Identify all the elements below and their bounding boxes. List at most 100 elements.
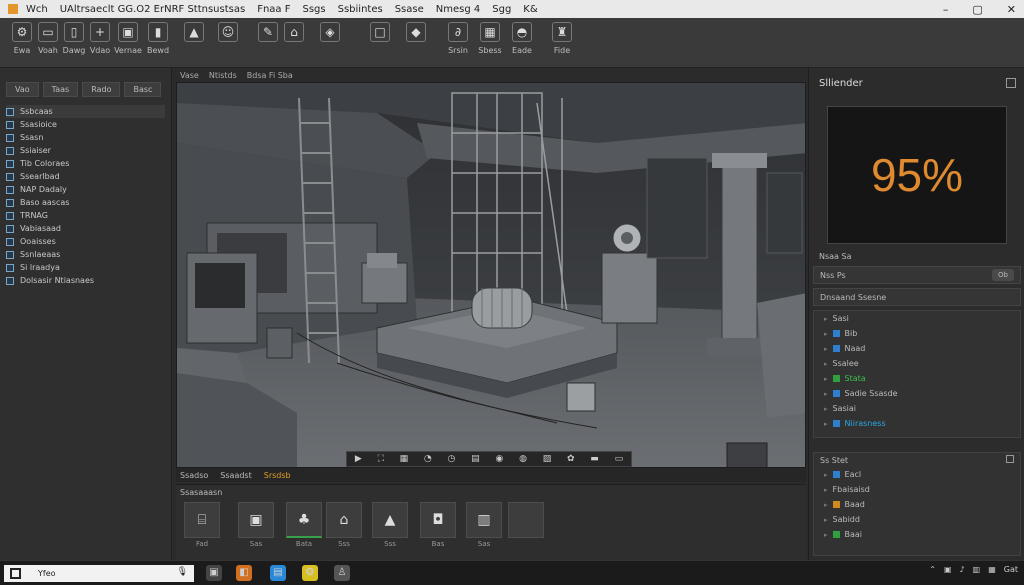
viewport-tool-icon[interactable]: ◔ xyxy=(424,454,432,464)
outliner-item[interactable]: Ssbcaas xyxy=(6,105,165,118)
asset-tile[interactable]: ♣ Bata xyxy=(286,502,322,548)
visibility-checkbox-icon[interactable] xyxy=(6,133,14,142)
expand-arrow-icon[interactable]: ▸ xyxy=(824,375,828,383)
outliner-item[interactable]: Dolsasir Ntiasnaes xyxy=(6,274,165,287)
outliner-item[interactable]: TRNAG xyxy=(6,209,165,222)
menu-item[interactable]: Wch xyxy=(26,4,48,15)
property-item[interactable]: ▸ Baad xyxy=(814,497,1020,512)
toolbar-button-frame[interactable]: □ xyxy=(366,22,394,46)
expand-arrow-icon[interactable]: ▸ xyxy=(824,315,828,323)
visibility-checkbox-icon[interactable] xyxy=(6,172,14,181)
asset-tile[interactable]: ⌂ Sss xyxy=(326,502,362,548)
outliner-item[interactable]: Baso aascas xyxy=(6,196,165,209)
close-button[interactable]: ✕ xyxy=(1007,3,1016,16)
viewport-menu-item[interactable]: Bdsa Fi Sba xyxy=(247,71,293,80)
menu-item[interactable]: Ssase xyxy=(395,4,424,15)
asset-tile[interactable]: ▣ Sas xyxy=(238,502,274,548)
visibility-checkbox-icon[interactable] xyxy=(6,263,14,272)
outliner-item[interactable]: Ssnlaeaas xyxy=(6,248,165,261)
expand-arrow-icon[interactable]: ▸ xyxy=(824,486,828,494)
scene-node[interactable]: ▸ Naad xyxy=(814,341,1020,356)
maximize-button[interactable]: ▢ xyxy=(972,3,982,16)
menu-item[interactable]: K& xyxy=(523,4,537,15)
toolbar-button-diamond[interactable]: ◆ xyxy=(402,22,430,46)
viewport-footer-tab[interactable]: Ssaadst xyxy=(220,471,251,480)
scene-node[interactable]: ▸ Sasi xyxy=(814,311,1020,326)
viewport-tool-icon[interactable]: ◉ xyxy=(495,454,503,464)
property-item[interactable]: ▸ Baai xyxy=(814,527,1020,542)
viewport-tool-icon[interactable]: ▤ xyxy=(471,454,480,464)
viewport-menu-item[interactable]: Vase xyxy=(180,71,199,80)
expand-arrow-icon[interactable]: ▸ xyxy=(824,405,828,413)
viewport-tool-icon[interactable]: ▭ xyxy=(615,454,624,464)
visibility-checkbox-icon[interactable] xyxy=(6,198,14,207)
viewport-tool-icon[interactable]: ⛶ xyxy=(378,454,384,464)
menu-item[interactable]: Sgg xyxy=(492,4,511,15)
visibility-checkbox-icon[interactable] xyxy=(6,107,14,116)
3d-viewport[interactable] xyxy=(176,82,806,468)
scene-node[interactable]: ▸ Ssalee xyxy=(814,356,1020,371)
tray-icon[interactable]: ▥ xyxy=(973,565,981,574)
taskbar-search-box[interactable]: Yfeo 🎙 xyxy=(4,565,194,582)
render-ok-button[interactable]: Ob xyxy=(992,269,1014,281)
viewport-tool-icon[interactable]: ◷ xyxy=(448,454,456,464)
menu-item[interactable]: Nmesg 4 xyxy=(436,4,480,15)
toolbar-button-phone[interactable]: ▯ Dawg xyxy=(60,22,88,55)
toolbar-button-gear[interactable]: ⚙ Ewa xyxy=(8,22,36,55)
asset-tile[interactable]: ▥ Sas xyxy=(466,502,502,548)
start-icon[interactable] xyxy=(10,568,21,579)
outliner-item[interactable]: Ssearlbad xyxy=(6,170,165,183)
viewport-menu-item[interactable]: Ntistds xyxy=(209,71,237,80)
scene-node[interactable]: ▸ Bib xyxy=(814,326,1020,341)
tray-icon[interactable]: ♪ xyxy=(960,565,965,574)
tray-icon[interactable]: ▣ xyxy=(944,565,952,574)
tab-rado[interactable]: Rado xyxy=(82,82,121,97)
tray-icon[interactable]: Gat xyxy=(1004,565,1018,574)
toolbar-button-move[interactable]: + Vdao xyxy=(86,22,114,55)
toolbar-button-device[interactable]: ▣ Vernae xyxy=(114,22,142,55)
visibility-checkbox-icon[interactable] xyxy=(6,250,14,259)
visibility-checkbox-icon[interactable] xyxy=(6,185,14,194)
expand-arrow-icon[interactable]: ▸ xyxy=(824,501,828,509)
microphone-icon[interactable]: 🎙 xyxy=(177,567,188,577)
toolbar-button-tablet[interactable]: ▮ Bewd xyxy=(144,22,172,55)
outliner-item[interactable]: Tib Coloraes xyxy=(6,157,165,170)
visibility-checkbox-icon[interactable] xyxy=(6,237,14,246)
toolbar-button-paint[interactable]: ♜ Fide xyxy=(548,22,576,55)
viewport-footer-tab[interactable]: Ssadso xyxy=(180,471,208,480)
viewport-tool-icon[interactable]: ▬ xyxy=(590,454,599,464)
expand-arrow-icon[interactable]: ▸ xyxy=(824,471,828,479)
visibility-checkbox-icon[interactable] xyxy=(6,159,14,168)
menu-item[interactable]: Fnaa F xyxy=(257,4,290,15)
property-item[interactable]: ▸ Fbaisaisd xyxy=(814,482,1020,497)
scene-node[interactable]: ▸ Niirasness xyxy=(814,416,1020,431)
toolbar-button-landscape[interactable]: ▲ xyxy=(180,22,208,46)
scene-node[interactable]: ▸ Sasiai xyxy=(814,401,1020,416)
property-item[interactable]: ▸ Sabidd xyxy=(814,512,1020,527)
outliner-item[interactable]: Ssiaiser xyxy=(6,144,165,157)
tab-basc[interactable]: Basc xyxy=(124,82,162,97)
asset-tile[interactable]: ◘ Bas xyxy=(420,502,456,548)
tab-taas[interactable]: Taas xyxy=(42,82,79,97)
visibility-checkbox-icon[interactable] xyxy=(6,120,14,129)
taskbar-app-icon[interactable]: ♙ xyxy=(334,565,350,581)
expand-arrow-icon[interactable]: ▸ xyxy=(824,360,828,368)
expand-arrow-icon[interactable]: ▸ xyxy=(824,531,828,539)
taskbar-app-icon[interactable]: ❂ xyxy=(302,565,318,581)
menu-item[interactable]: Ssgs xyxy=(302,4,325,15)
outliner-item[interactable]: Si lraadya xyxy=(6,261,165,274)
expand-arrow-icon[interactable]: ▸ xyxy=(824,420,828,428)
scene-node[interactable]: ▸ Stata xyxy=(814,371,1020,386)
asset-tile[interactable]: ⌸ Fad xyxy=(184,502,220,548)
viewport-footer-tab[interactable]: Srsdsb xyxy=(264,471,291,480)
outliner-item[interactable]: Ssasioice xyxy=(6,118,165,131)
viewport-tool-icon[interactable]: ◍ xyxy=(519,454,527,464)
viewport-tool-icon[interactable]: ▦ xyxy=(400,454,409,464)
toolbar-button-curve[interactable]: ∂ Srsin xyxy=(444,22,472,55)
viewport-tool-icon[interactable]: ▨ xyxy=(543,454,552,464)
visibility-checkbox-icon[interactable] xyxy=(6,224,14,233)
toolbar-button-face[interactable]: ☺ xyxy=(214,22,242,46)
visibility-checkbox-icon[interactable] xyxy=(6,146,14,155)
property-item[interactable]: ▸ Eacl xyxy=(814,467,1020,482)
toolbar-button-light[interactable]: ◓ Eade xyxy=(508,22,536,55)
